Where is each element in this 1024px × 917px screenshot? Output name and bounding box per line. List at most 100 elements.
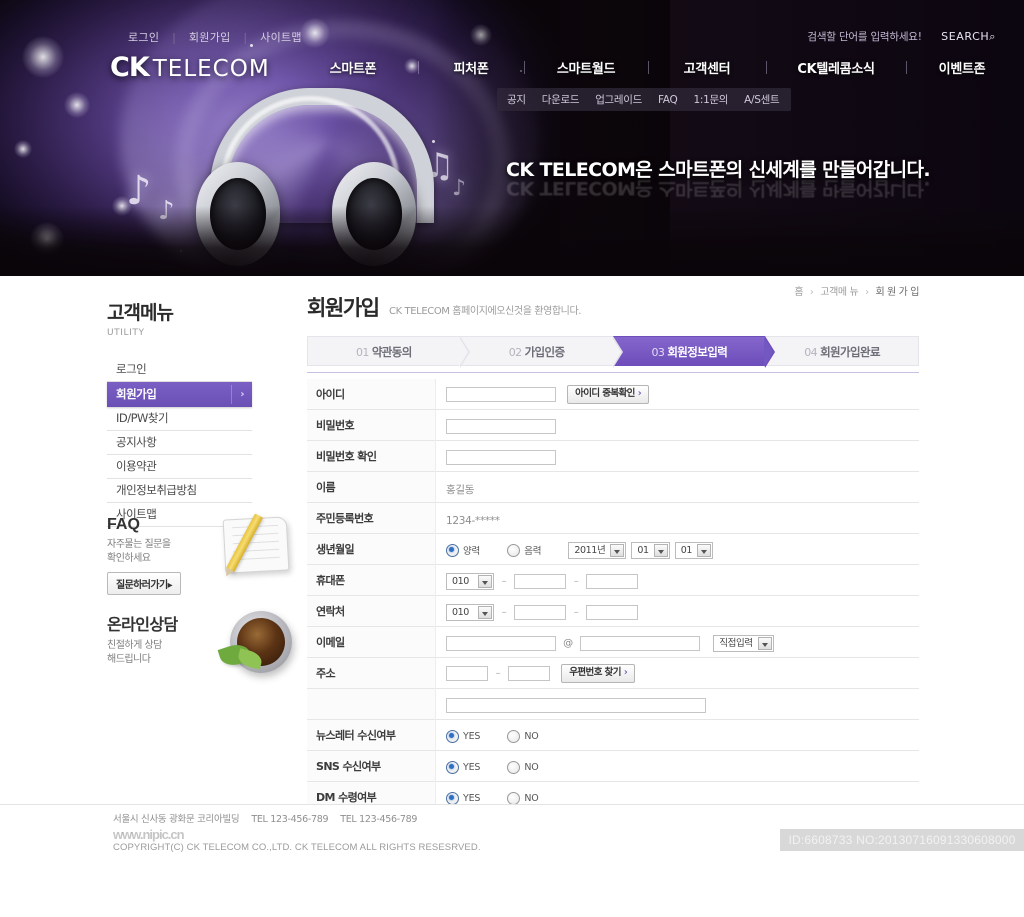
breadcrumb-level2[interactable]: 고객메 뉴 [820,287,858,298]
sns-no-radio[interactable]: NO [507,760,539,774]
radio-dot [507,791,521,805]
image-id-watermark: ID:6608733 NO:20130716091330608000 [780,829,1024,851]
name-value: 홍길동 [446,483,475,496]
mobile-last-input[interactable] [586,573,639,589]
site-logo[interactable]: CK TELECOM [110,52,270,83]
dm-no-radio[interactable]: NO [507,791,539,805]
nav-item-smartphone[interactable]: 스마트폰 [328,58,379,77]
password-confirm-input[interactable] [446,449,556,465]
zip-second-input[interactable] [508,666,551,681]
faq-banner[interactable]: FAQ 자주물는 질문을 확인하세요 질문하러가기▸ [107,513,290,595]
subnav-item-inquiry[interactable]: 1:1문의 [693,92,728,107]
zip-search-button[interactable]: 우편번호 찾기 › [561,664,636,683]
sidebar-title: 고객메뉴 [107,302,174,324]
page-title-row: 회원가입 CK TELECOM 홈페이지에오신것을 환영합니다. 홈 › 고객메… [307,284,919,326]
sidebar-item-label: 공지사항 [116,435,157,449]
signup-step-indicator: 01 약관동의 02 가입인증 03 회원정보입력 04 회원가입완료 [307,336,919,368]
tel-middle-input[interactable] [514,604,567,620]
sidebar-subtitle: UTILITY [107,328,145,338]
radio-dot [507,760,521,774]
sns-yes-radio[interactable]: YES [446,760,480,774]
birth-month-select[interactable]: 01 [631,541,670,559]
sidebar-item-privacy[interactable]: 개인정보취급방침 [107,479,252,503]
label-id: 아이디 [307,379,436,410]
sidebar-item-login[interactable]: 로그인 [107,358,252,382]
nav-divider [417,61,419,74]
utility-link-sitemap[interactable]: 사이트맵 [260,31,302,44]
breadcrumb-home[interactable]: 홈 [794,287,803,298]
nav-item-customercenter[interactable]: 고객센터 [682,58,733,77]
mobile-prefix-select[interactable]: 010 [446,572,494,590]
field-mobile: 010 – – [436,565,920,596]
table-row: 이름 홍길동 [307,471,919,503]
subnav-item-upgrade[interactable]: 업그레이드 [595,92,642,107]
search-area: 검색할 단어를 입력하세요! SEARCH⌕ [807,29,996,44]
chevron-right-icon: › [637,388,642,399]
footer-tel1: TEL 123-456-789 [251,814,329,825]
sidebar-item-label: 로그인 [116,362,147,376]
sidebar-item-findidpw[interactable]: ID/PW찾기 [107,407,252,431]
nav-item-smartworld[interactable]: 스마트월드 [555,58,617,77]
bokeh-light [14,140,32,158]
search-input[interactable]: 검색할 단어를 입력하세요! [807,31,922,43]
radio-dot [507,543,521,557]
address-detail-input[interactable] [446,697,706,713]
nav-item-news[interactable]: CK텔레콤소식 [795,58,876,77]
subnav-item-notice[interactable]: 공지 [507,92,526,107]
nav-item-eventzone[interactable]: 이벤트존 [937,58,988,77]
table-row: 뉴스레터 수신여부 YES NO [307,719,920,751]
birth-lunar-radio[interactable]: 음력 [507,543,541,557]
main-column: 회원가입 CK TELECOM 홈페이지에오신것을 환영합니다. 홈 › 고객메… [307,284,919,851]
dm-yes-radio[interactable]: YES [446,791,481,805]
field-birthdate: 양력 음력 2011년 01 01 [436,534,920,565]
birth-day-select[interactable]: 01 [674,541,714,559]
chevron-down-icon [478,605,492,619]
tel-prefix-select[interactable]: 010 [446,603,494,621]
step-02-verification[interactable]: 02 가입인증 [459,336,623,368]
label-birthdate: 생년월일 [307,533,436,565]
birth-solar-radio[interactable]: 양력 [446,543,480,557]
sidebar: 고객메뉴 UTILITY 로그인 회원가입 › ID/PW찾기 공지사항 이용약관… [107,298,252,527]
table-row: 휴대폰 010 – – [307,564,920,596]
sidebar-item-terms[interactable]: 이용약관 [107,455,252,479]
id-duplicate-check-button[interactable]: 아이디 중복확인 › [567,385,650,404]
utility-link-login[interactable]: 로그인 [128,31,159,44]
field-newsletter: YES NO [436,720,920,751]
bokeh-light [64,92,90,118]
newsletter-yes-radio[interactable]: YES [446,729,480,743]
breadcrumb-current: 회 원 가 입 [875,287,919,298]
step-03-info-input[interactable]: 03 회원정보입력 [612,336,775,368]
sidebar-item-notice[interactable]: 공지사항 [107,431,252,455]
subnav-item-faq[interactable]: FAQ [658,94,678,106]
nav-item-featurephone[interactable]: 피처폰 [452,58,491,77]
step-04-complete[interactable]: 04 회원가입완료 [765,336,919,366]
id-input[interactable] [446,387,556,402]
email-domain-select[interactable]: 직접입력 [713,634,774,652]
online-counsel-banner[interactable]: 온라인상담 친절하게 상담 해드립니다 [107,611,292,689]
birth-year-select[interactable]: 2011년 [568,541,627,559]
table-row: SNS 수신여부 YES NO [307,750,919,782]
faq-ask-button[interactable]: 질문하러가기▸ [107,572,182,595]
password-input[interactable] [446,418,556,434]
id-check-label: 아이디 중복확인 [575,388,635,399]
table-row: 연락처 010 – – [307,595,919,627]
utility-link-signup[interactable]: 회원가입 [189,31,231,44]
newsletter-no-radio[interactable]: NO [507,729,539,743]
field-password-confirm [436,441,920,472]
email-domain-input[interactable] [580,635,701,651]
step-01-terms[interactable]: 01 약관동의 [307,336,470,368]
nav-divider [647,61,649,74]
dash-separator: – [573,575,579,587]
email-local-input[interactable] [446,635,556,651]
signup-form-table: 아이디 아이디 중복확인 › 비밀번호 비밀번호 확인 이름 홍길동 주민등록번… [307,379,919,813]
logo-telecom-text: TELECOM [152,56,270,82]
mobile-middle-input[interactable] [514,573,567,589]
logo-ck-text: CK [110,52,150,83]
subnav-item-ascenter[interactable]: A/S센트 [744,92,780,107]
search-button[interactable]: SEARCH⌕ [941,30,996,43]
zip-first-input[interactable] [446,666,488,681]
tel-last-input[interactable] [586,604,639,620]
sidebar-item-signup[interactable]: 회원가입 › [107,382,252,407]
subnav-item-download[interactable]: 다운로드 [542,92,580,107]
radio-label: YES [463,792,481,804]
